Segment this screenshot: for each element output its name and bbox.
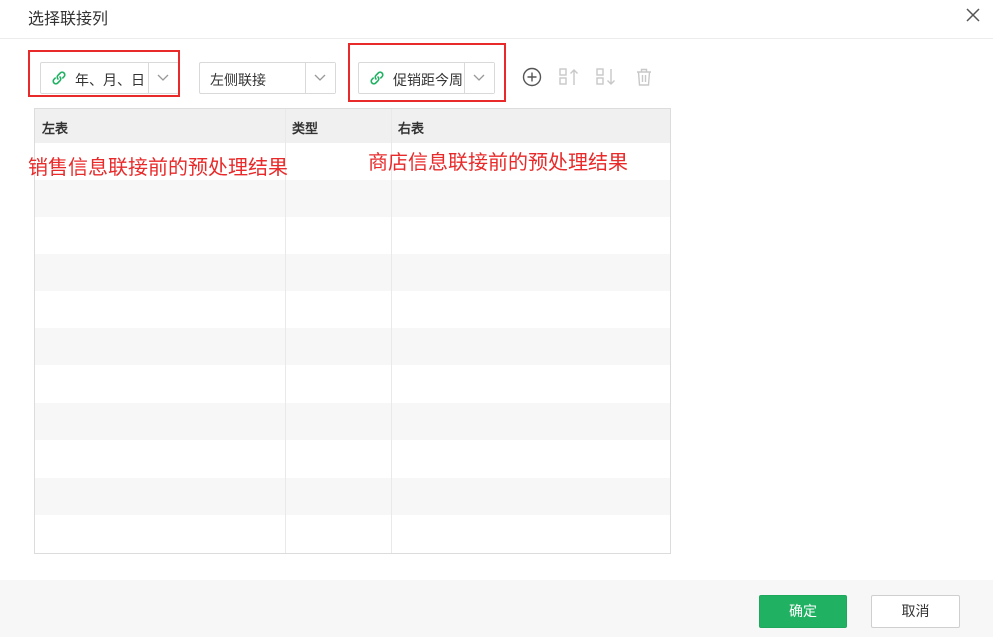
chevron-down-icon[interactable] bbox=[464, 63, 494, 93]
chevron-down-icon[interactable] bbox=[305, 63, 335, 93]
right-column-value: 促销距今周 bbox=[393, 73, 463, 89]
table-row bbox=[35, 180, 670, 217]
left-column-select[interactable]: 年、月、日 bbox=[40, 62, 179, 94]
column-header-right-table: 右表 bbox=[398, 122, 425, 137]
column-header-type: 类型 bbox=[292, 122, 319, 137]
add-circle-icon[interactable] bbox=[521, 66, 543, 88]
dialog-title-bar: 选择联接列 bbox=[0, 0, 993, 39]
table-row bbox=[35, 328, 670, 365]
table-row bbox=[35, 478, 670, 515]
move-up-icon[interactable] bbox=[558, 66, 580, 88]
link-icon bbox=[51, 70, 67, 86]
close-icon[interactable] bbox=[962, 4, 984, 26]
annotation-right: 商店信息联接前的预处理结果 bbox=[368, 150, 628, 174]
join-type-value: 左侧联接 bbox=[210, 73, 266, 89]
table-row bbox=[35, 403, 670, 440]
link-icon bbox=[369, 70, 385, 86]
column-header-left-table: 左表 bbox=[42, 122, 69, 137]
annotation-left: 销售信息联接前的预处理结果 bbox=[28, 155, 288, 179]
table-header: 左表 类型 右表 bbox=[35, 109, 670, 143]
left-column-value: 年、月、日 bbox=[75, 73, 145, 89]
column-divider bbox=[391, 109, 392, 553]
dialog-title: 选择联接列 bbox=[28, 9, 109, 28]
move-down-icon[interactable] bbox=[595, 66, 617, 88]
join-type-select[interactable]: 左侧联接 bbox=[199, 62, 336, 94]
right-column-select[interactable]: 促销距今周 bbox=[358, 62, 495, 94]
delete-icon[interactable] bbox=[633, 66, 655, 88]
table-row bbox=[35, 254, 670, 291]
ok-button[interactable]: 确定 bbox=[759, 595, 847, 628]
chevron-down-icon[interactable] bbox=[148, 63, 178, 93]
cancel-button[interactable]: 取消 bbox=[871, 595, 960, 628]
